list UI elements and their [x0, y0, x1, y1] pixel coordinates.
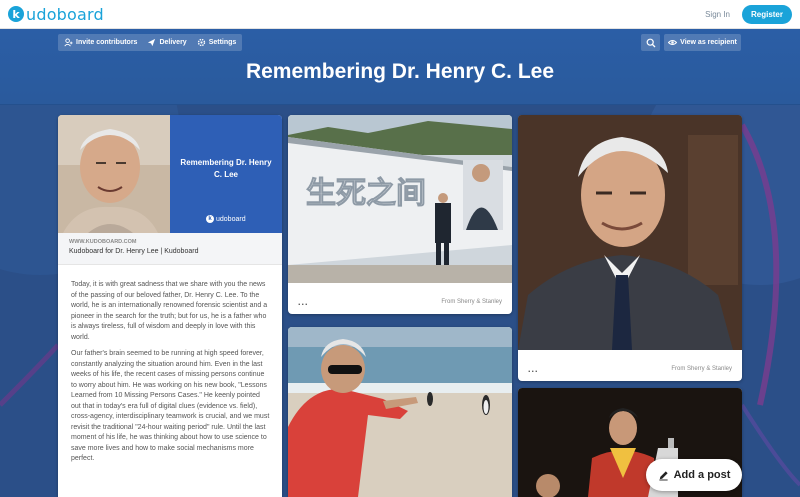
settings-label: Settings [208, 39, 237, 46]
portrait-photo [518, 115, 742, 350]
board-header: Invite contributors Delivery Settings Vi… [0, 29, 800, 105]
kudoboard-logo[interactable]: k udoboard [8, 5, 104, 24]
more-options-button[interactable]: ... [298, 297, 309, 307]
message-paragraph: Today, it is with great sadness that we … [71, 281, 268, 341]
post-card-portrait[interactable]: ... From Sherry & Stanley [518, 115, 742, 381]
preview-banner: Remembering Dr. Henry C. Lee k udoboard [170, 115, 282, 233]
pencil-icon [658, 470, 668, 480]
top-nav: k udoboard Sign In Register [0, 0, 800, 29]
add-post-button[interactable]: Add a post [646, 459, 742, 491]
preview-title: Remembering Dr. Henry C. Lee [180, 158, 272, 179]
invite-label: Invite contributors [76, 39, 138, 46]
add-person-icon [64, 38, 73, 47]
settings-button[interactable]: Settings [197, 38, 237, 47]
message-paragraph: Our father's brain seemed to be running … [71, 350, 270, 462]
post-card-link[interactable]: Remembering Dr. Henry C. Lee k udoboard … [58, 115, 282, 497]
preview-logo-text: udoboard [216, 215, 246, 223]
banner-text: 生死之间 [306, 176, 426, 211]
gear-icon [197, 38, 205, 47]
link-name: Kudoboard for Dr. Henry Lee | Kudoboard [69, 248, 199, 255]
preview-logo: k udoboard [206, 215, 246, 223]
add-post-label: Add a post [673, 469, 731, 481]
invite-contributors-button[interactable]: Invite contributors [64, 38, 137, 47]
post-author: From Sherry & Stanley [441, 299, 502, 305]
logo-text: udoboard [26, 4, 104, 24]
beach-photo [288, 327, 512, 497]
preview-photo [58, 115, 170, 233]
view-as-recipient-label: View as recipient [680, 39, 737, 46]
card-footer: ... From Sherry & Stanley [288, 290, 512, 314]
post-card-banner-photo[interactable]: 生死之间 ... From Sherry & Stanley [288, 115, 512, 314]
delivery-label: Delivery [159, 39, 187, 46]
link-preview[interactable]: Remembering Dr. Henry C. Lee k udoboard [58, 115, 282, 233]
link-meta[interactable]: WWW.KUDOBOARD.COM Kudoboard for Dr. Henr… [58, 233, 282, 265]
view-as-recipient-button[interactable]: View as recipient [664, 34, 741, 51]
search-icon [646, 38, 655, 47]
board-toolbar: Invite contributors Delivery Settings [58, 34, 243, 51]
post-author: From Sherry & Stanley [671, 366, 732, 372]
eye-icon [668, 40, 678, 45]
banner-photo: 生死之间 [288, 115, 512, 283]
logo-mark-icon: k [8, 6, 24, 22]
delivery-button[interactable]: Delivery [147, 38, 187, 47]
paper-plane-icon [148, 38, 156, 47]
kudoboard-mark-icon: k [206, 215, 214, 223]
more-options-button[interactable]: ... [528, 364, 539, 374]
search-button[interactable] [641, 34, 660, 51]
board-title: Remembering Dr. Henry C. Lee [245, 60, 555, 83]
post-card-beach-photo[interactable] [288, 327, 512, 497]
link-url: WWW.KUDOBOARD.COM [69, 239, 137, 245]
sign-in-link[interactable]: Sign In [705, 10, 730, 19]
post-message: Today, it is with great sadness that we … [71, 280, 271, 471]
card-footer: ... From Sherry & Stanley [518, 357, 742, 381]
register-button[interactable]: Register [741, 4, 792, 24]
